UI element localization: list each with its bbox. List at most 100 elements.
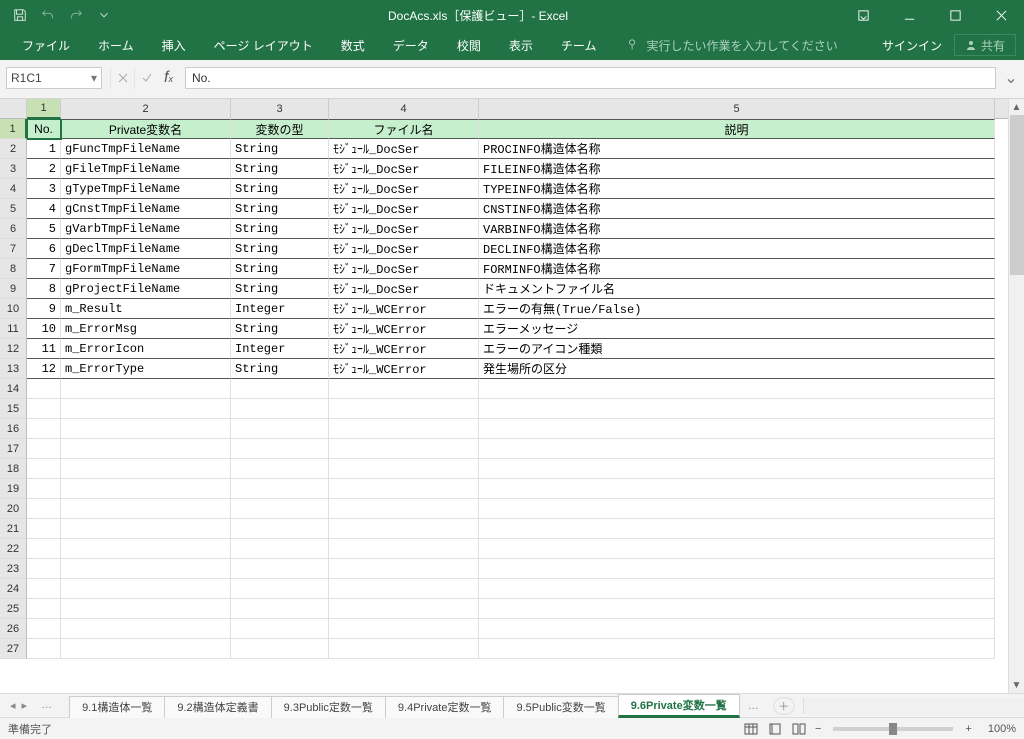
ribbon-tab[interactable]: 数式 [327, 30, 379, 60]
cell[interactable]: Private変数名 [61, 119, 231, 139]
row-header[interactable]: 9 [0, 279, 27, 299]
cell[interactable] [329, 479, 479, 499]
tell-me-search[interactable]: 実行したい作業を入力してください [610, 37, 869, 54]
cell[interactable]: 9 [27, 299, 61, 319]
redo-button[interactable] [64, 3, 88, 27]
cell[interactable]: ﾓｼﾞｭｰﾙ_WCError [329, 299, 479, 319]
cell[interactable] [479, 379, 995, 399]
cell[interactable]: gVarbTmpFileName [61, 219, 231, 239]
cell[interactable] [27, 599, 61, 619]
sheet-tab[interactable]: 9.6Private変数一覧 [618, 694, 740, 718]
cell[interactable] [61, 379, 231, 399]
row-header[interactable]: 16 [0, 419, 27, 439]
cell[interactable] [479, 419, 995, 439]
cell[interactable] [231, 559, 329, 579]
horizontal-scrollbar[interactable] [803, 698, 1024, 714]
cell[interactable]: String [231, 159, 329, 179]
cell[interactable] [231, 499, 329, 519]
cell[interactable]: 発生場所の区分 [479, 359, 995, 379]
cell[interactable] [231, 459, 329, 479]
cell[interactable] [231, 599, 329, 619]
row-header[interactable]: 26 [0, 619, 27, 639]
sheet-nav-next[interactable]: ▸ [22, 699, 28, 712]
cell[interactable] [231, 519, 329, 539]
cell[interactable]: ﾓｼﾞｭｰﾙ_DocSer [329, 259, 479, 279]
cell[interactable] [27, 499, 61, 519]
formula-cancel-button[interactable] [110, 67, 134, 89]
column-header[interactable]: 2 [61, 99, 231, 119]
cell[interactable] [479, 599, 995, 619]
zoom-level[interactable]: 100% [988, 723, 1016, 735]
cell[interactable] [27, 619, 61, 639]
ribbon-tab[interactable]: データ [379, 30, 443, 60]
row-header[interactable]: 19 [0, 479, 27, 499]
cell[interactable]: m_ErrorMsg [61, 319, 231, 339]
select-all-corner[interactable] [0, 99, 27, 119]
ribbon-tab[interactable]: 挿入 [148, 30, 200, 60]
row-header[interactable]: 2 [0, 139, 27, 159]
sheet-nav-more-right[interactable]: … [740, 700, 767, 712]
cell[interactable] [61, 399, 231, 419]
close-button[interactable] [978, 0, 1024, 30]
cell[interactable] [329, 419, 479, 439]
cell[interactable] [27, 419, 61, 439]
cell[interactable] [329, 399, 479, 419]
cell[interactable] [61, 419, 231, 439]
scroll-down-button[interactable]: ▼ [1009, 677, 1024, 693]
cell[interactable] [329, 619, 479, 639]
row-header[interactable]: 7 [0, 239, 27, 259]
sheet-tab[interactable]: 9.5Public変数一覧 [503, 696, 618, 718]
ribbon-tab[interactable]: 表示 [495, 30, 547, 60]
cell[interactable]: gFileTmpFileName [61, 159, 231, 179]
column-header[interactable]: 5 [479, 99, 995, 119]
cell[interactable] [61, 439, 231, 459]
column-header[interactable]: 3 [231, 99, 329, 119]
column-headers[interactable]: 12345 [0, 99, 1008, 119]
cell[interactable]: gCnstTmpFileName [61, 199, 231, 219]
cell[interactable] [61, 539, 231, 559]
cell[interactable] [27, 479, 61, 499]
cell[interactable]: gDeclTmpFileName [61, 239, 231, 259]
cell[interactable] [27, 459, 61, 479]
row-header[interactable]: 22 [0, 539, 27, 559]
cell[interactable]: PROCINFO構造体名称 [479, 139, 995, 159]
cell[interactable]: String [231, 319, 329, 339]
ribbon-options-button[interactable] [840, 0, 886, 30]
cell[interactable]: 4 [27, 199, 61, 219]
cell[interactable] [231, 379, 329, 399]
sheet-tab[interactable]: 9.2構造体定義書 [164, 696, 271, 718]
cell[interactable]: 1 [27, 139, 61, 159]
cell[interactable]: 7 [27, 259, 61, 279]
ribbon-tab[interactable]: ページ レイアウト [200, 30, 327, 60]
ribbon-tab[interactable]: 校閲 [443, 30, 495, 60]
cell[interactable]: 変数の型 [231, 119, 329, 139]
cell[interactable]: ﾓｼﾞｭｰﾙ_DocSer [329, 199, 479, 219]
cell[interactable]: Integer [231, 339, 329, 359]
sheet-tab[interactable]: 9.4Private定数一覧 [385, 696, 505, 718]
cell[interactable] [231, 579, 329, 599]
cell[interactable] [329, 599, 479, 619]
cell[interactable]: エラーのアイコン種類 [479, 339, 995, 359]
cell[interactable]: ﾓｼﾞｭｰﾙ_WCError [329, 359, 479, 379]
minimize-button[interactable] [886, 0, 932, 30]
cell[interactable]: ﾓｼﾞｭｰﾙ_DocSer [329, 179, 479, 199]
cell[interactable]: String [231, 139, 329, 159]
cell[interactable] [61, 519, 231, 539]
row-header[interactable]: 6 [0, 219, 27, 239]
cell[interactable] [329, 439, 479, 459]
sheet-nav-first[interactable]: ◂ [10, 699, 16, 712]
cell[interactable]: ファイル名 [329, 119, 479, 139]
cell[interactable] [479, 519, 995, 539]
cell[interactable] [329, 519, 479, 539]
cell[interactable]: 6 [27, 239, 61, 259]
cell[interactable] [479, 559, 995, 579]
formula-enter-button[interactable] [134, 67, 158, 89]
cell[interactable] [329, 559, 479, 579]
view-page-layout-button[interactable] [763, 720, 787, 738]
cell[interactable]: エラーメッセージ [479, 319, 995, 339]
signin-button[interactable]: サインイン [870, 37, 954, 54]
row-header[interactable]: 4 [0, 179, 27, 199]
cell[interactable]: String [231, 239, 329, 259]
cell[interactable]: ﾓｼﾞｭｰﾙ_DocSer [329, 279, 479, 299]
row-header[interactable]: 3 [0, 159, 27, 179]
